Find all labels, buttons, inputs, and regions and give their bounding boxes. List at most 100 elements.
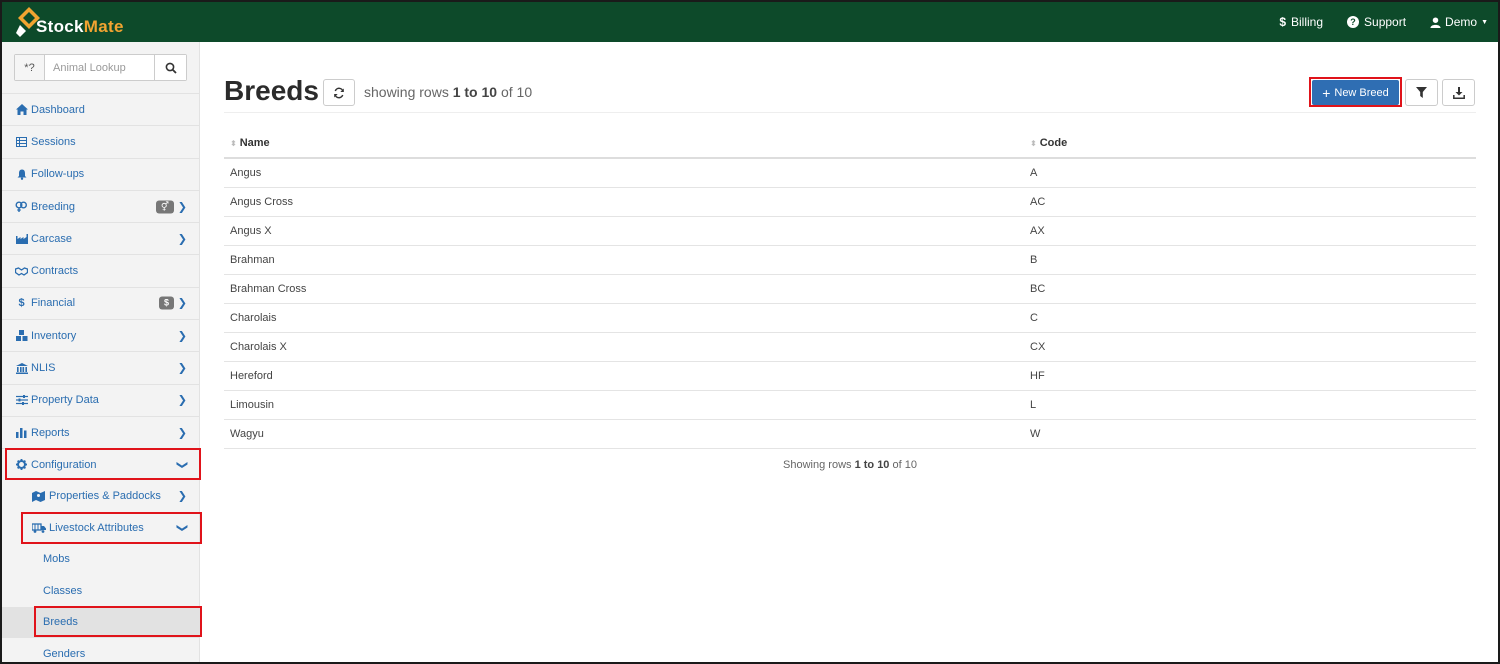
sidebar: *? Dashboard Sessions	[2, 42, 200, 662]
breed-name-cell[interactable]: Angus	[224, 158, 1024, 188]
sidebar-item-label: Mobs	[43, 553, 70, 566]
sidebar-item-carcase[interactable]: Carcase ❯	[2, 222, 200, 254]
sidebar-item-label: Livestock Attributes	[49, 521, 144, 534]
stockmate-logo[interactable]: StockMate	[16, 5, 124, 39]
top-navbar: StockMate $ Billing ? Support Demo ▼	[2, 2, 1498, 42]
sidebar-item-nlis[interactable]: NLIS ❯	[2, 351, 200, 383]
table-row[interactable]: Angus X AX	[224, 216, 1476, 246]
chevron-right-icon: ❯	[177, 330, 187, 343]
chevron-down-icon: ❯	[175, 523, 188, 533]
page-title: Breeds	[224, 75, 319, 106]
logo-text: StockMate	[36, 17, 124, 37]
breed-code-cell: AC	[1024, 187, 1476, 217]
breed-code-cell: L	[1024, 390, 1476, 421]
billing-label: Billing	[1291, 15, 1324, 29]
chevron-right-icon: ❯	[177, 362, 187, 375]
column-header-name[interactable]: ⬍ Name	[224, 128, 1024, 159]
footer-prefix: Showing rows	[783, 459, 852, 471]
chevron-right-icon: ❯	[177, 394, 187, 407]
breed-code-cell: C	[1024, 303, 1476, 334]
home-icon	[15, 104, 28, 116]
sort-icon: ⬍	[1030, 138, 1037, 148]
breed-code-cell: BC	[1024, 274, 1476, 304]
filter-button[interactable]	[1405, 79, 1438, 106]
sidebar-item-dashboard[interactable]: Dashboard	[2, 93, 200, 125]
user-menu[interactable]: Demo ▼	[1430, 15, 1488, 29]
sidebar-item-label: Classes	[43, 584, 83, 597]
sidebar-item-configuration[interactable]: Configuration ❯	[2, 448, 200, 480]
refresh-icon	[334, 87, 344, 98]
sidebar-item-inventory[interactable]: Inventory ❯	[2, 319, 200, 351]
handshake-icon	[15, 266, 28, 276]
sidebar-item-mobs[interactable]: Mobs	[2, 544, 200, 576]
sort-icon: ⬍	[230, 138, 237, 148]
breed-name-cell[interactable]: Angus Cross	[224, 187, 1024, 217]
breed-name-cell[interactable]: Limousin	[224, 390, 1024, 421]
caret-down-icon: ▼	[1481, 18, 1488, 26]
chevron-right-icon: ❯	[177, 201, 187, 214]
billing-link[interactable]: $ Billing	[1279, 15, 1323, 29]
sidebar-item-follow-ups[interactable]: Follow-ups	[2, 157, 200, 190]
table-row[interactable]: Charolais X CX	[224, 332, 1476, 363]
table-row[interactable]: Angus Cross AC	[224, 187, 1476, 217]
bank-icon	[15, 362, 28, 374]
column-header-code[interactable]: ⬍ Code	[1024, 128, 1476, 159]
table-row[interactable]: Brahman B	[224, 245, 1476, 275]
breed-name-cell[interactable]: Hereford	[224, 361, 1024, 392]
export-button[interactable]	[1442, 79, 1475, 106]
search-button[interactable]	[154, 55, 186, 80]
sidebar-item-label: Dashboard	[31, 103, 85, 116]
new-breed-button[interactable]: + New Breed	[1312, 80, 1399, 105]
user-label: Demo	[1445, 15, 1478, 29]
breed-code-cell: CX	[1024, 332, 1476, 363]
sidebar-item-properties-paddocks[interactable]: Properties & Paddocks ❯	[2, 481, 200, 513]
table-row[interactable]: Limousin L	[224, 390, 1476, 421]
search-icon	[165, 62, 177, 74]
table-row[interactable]: Brahman Cross BC	[224, 274, 1476, 304]
sidebar-item-livestock-attributes[interactable]: Livestock Attributes ❯	[2, 512, 200, 544]
sidebar-item-label: Financial	[31, 297, 76, 310]
table-icon	[15, 136, 28, 147]
sidebar-item-breeds[interactable]: Breeds	[2, 606, 200, 639]
gear-icon	[15, 459, 28, 471]
breed-name-cell[interactable]: Brahman	[224, 245, 1024, 275]
table-row[interactable]: Wagyu W	[224, 419, 1476, 450]
breed-name-cell[interactable]: Charolais	[224, 303, 1024, 334]
breed-code-cell: HF	[1024, 361, 1476, 392]
chevron-right-icon: ❯	[177, 233, 187, 246]
sidebar-item-label: Property Data	[31, 394, 99, 407]
sidebar-item-property-data[interactable]: Property Data ❯	[2, 383, 200, 416]
dollar-icon: $	[1279, 15, 1286, 29]
sidebar-item-financial[interactable]: $ Financial $ ❯	[2, 286, 200, 319]
sidebar-menu: Dashboard Sessions Follow-ups Breeding ⚥…	[2, 93, 200, 662]
animal-lookup: *?	[14, 54, 187, 81]
sidebar-item-classes[interactable]: Classes	[2, 575, 200, 607]
sidebar-item-label: NLIS	[31, 362, 56, 375]
breed-name-cell[interactable]: Charolais X	[224, 332, 1024, 363]
sidebar-item-label: Contracts	[31, 265, 79, 278]
refresh-button[interactable]	[323, 79, 355, 106]
filter-icon	[1416, 87, 1427, 98]
table-row[interactable]: Charolais C	[224, 303, 1476, 334]
support-link[interactable]: ? Support	[1347, 15, 1406, 29]
breed-name-cell[interactable]: Brahman Cross	[224, 274, 1024, 304]
breed-name-cell[interactable]: Wagyu	[224, 419, 1024, 450]
sidebar-item-label: Properties & Paddocks	[49, 490, 161, 503]
sidebar-item-breeding[interactable]: Breeding ⚥ ❯	[2, 189, 200, 222]
table-row[interactable]: Hereford HF	[224, 361, 1476, 392]
sidebar-item-genders[interactable]: Genders	[2, 638, 200, 662]
sidebar-item-reports[interactable]: Reports ❯	[2, 415, 200, 448]
rows-range: 1 to 10	[452, 84, 498, 100]
sidebar-item-contracts[interactable]: Contracts	[2, 254, 200, 286]
table-row[interactable]: Angus A	[224, 158, 1476, 188]
wildcard-addon[interactable]: *?	[15, 55, 45, 80]
rows-prefix: showing rows	[364, 84, 449, 100]
sidebar-item-sessions[interactable]: Sessions	[2, 125, 200, 157]
breed-code-cell: B	[1024, 245, 1476, 275]
animal-lookup-input[interactable]	[45, 55, 154, 80]
logo-text-mate: Mate	[83, 17, 124, 36]
column-header-label: Code	[1039, 136, 1068, 149]
breed-name-cell[interactable]: Angus X	[224, 216, 1024, 246]
sidebar-item-label: Follow-ups	[31, 168, 85, 181]
truck-icon	[32, 523, 46, 533]
